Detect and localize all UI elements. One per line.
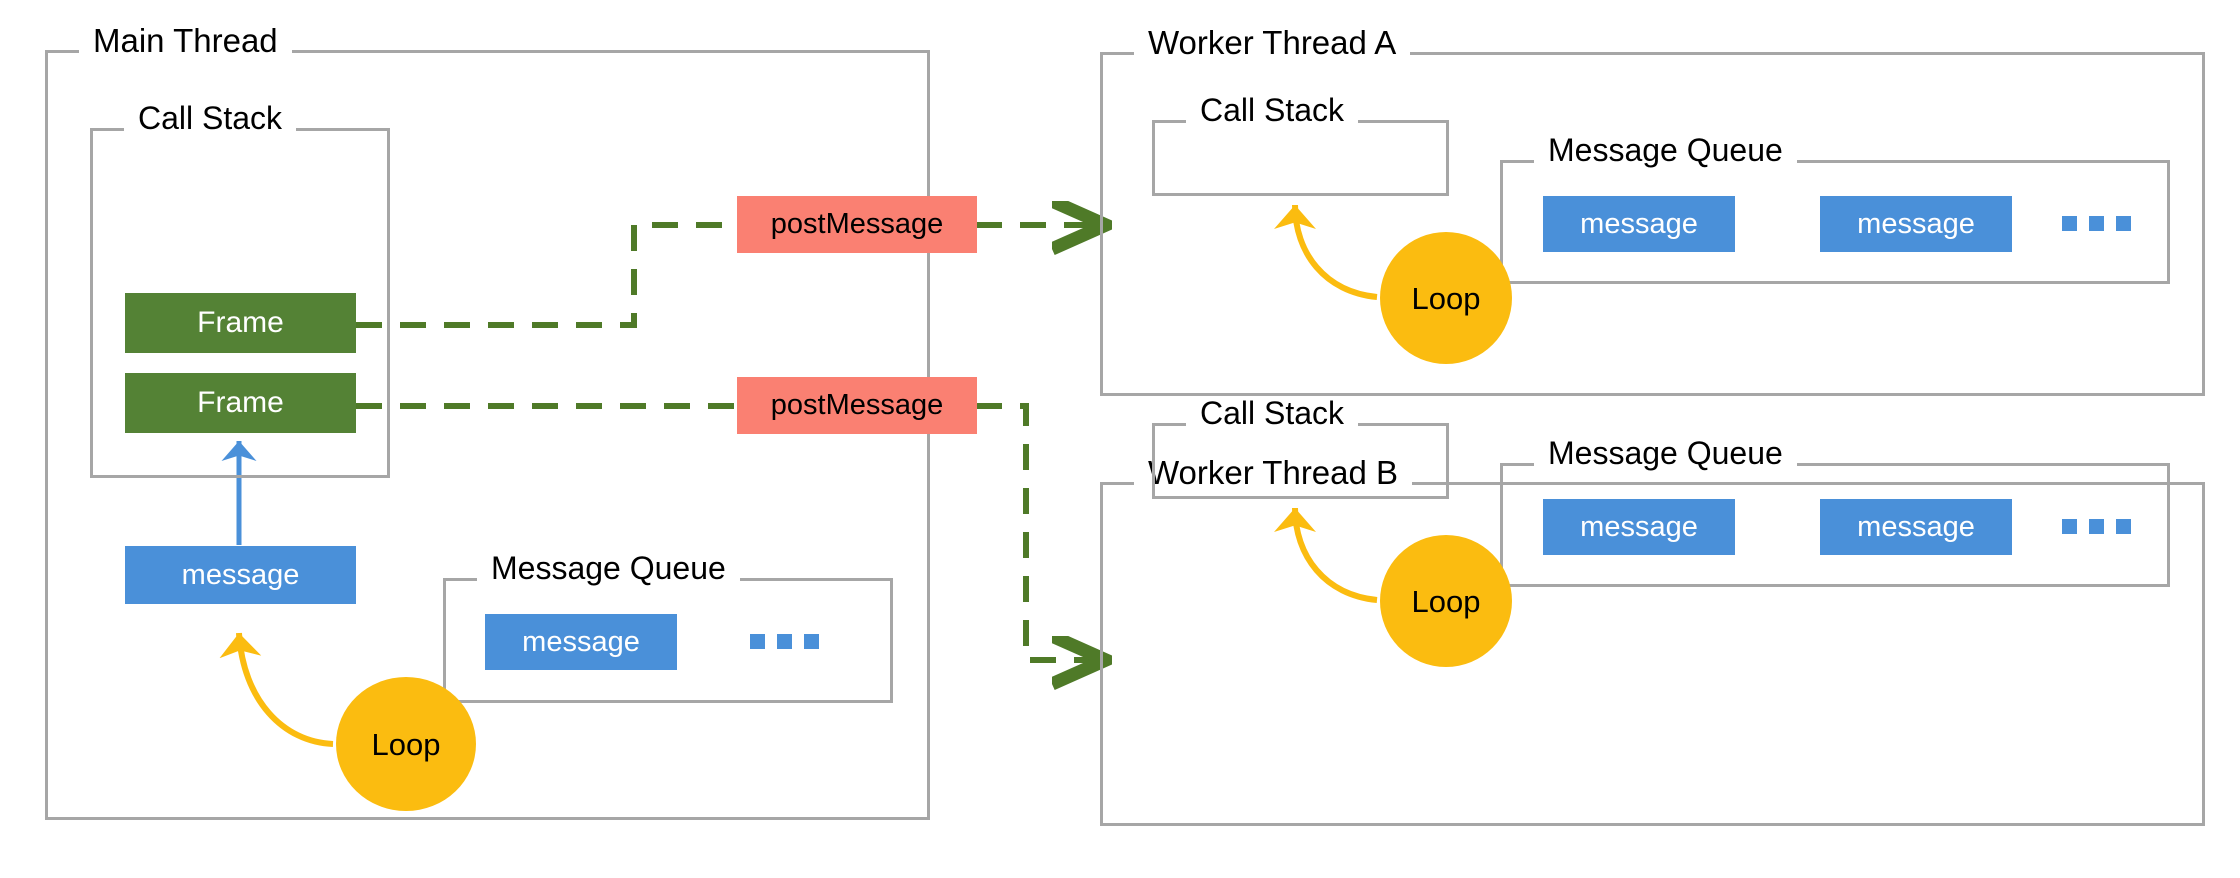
call-stack-frame-2[interactable]: Frame	[125, 373, 356, 433]
call-stack-frame-1[interactable]: Frame	[125, 293, 356, 353]
main-thread-loop[interactable]: Loop	[336, 677, 476, 811]
worker-b-call-stack-label: Call Stack	[1186, 397, 1359, 429]
main-queue-ellipsis-icon	[750, 634, 819, 649]
worker-b-call-stack-border	[1152, 423, 1449, 499]
worker-thread-a-label: Worker Thread A	[1134, 26, 1411, 59]
post-message-block-1[interactable]: postMessage	[737, 196, 977, 253]
worker-b-queue-message-1-label: message	[1580, 510, 1698, 543]
worker-b-queue-message-2[interactable]: message	[1820, 499, 2012, 555]
main-call-stack-label: Call Stack	[124, 102, 297, 134]
call-stack-frame-1-label: Frame	[197, 306, 284, 339]
main-thread-label: Main Thread	[79, 24, 292, 57]
main-pending-message-label: message	[181, 558, 300, 591]
worker-a-call-stack-label: Call Stack	[1186, 94, 1359, 126]
dashed-connector-postmessage2-to-worker-b	[976, 403, 1094, 660]
worker-a-queue-message-2[interactable]: message	[1820, 196, 2012, 252]
ellipsis-dot-2	[777, 634, 792, 649]
worker-b-queue-message-1[interactable]: message	[1543, 499, 1735, 555]
worker-a-call-stack-group: Call Stack	[1152, 94, 1449, 196]
ellipsis-dot-3	[2116, 519, 2131, 534]
worker-b-queue-message-2-label: message	[1857, 510, 1975, 543]
worker-a-message-queue-label: Message Queue	[1534, 134, 1797, 166]
worker-a-queue-message-1[interactable]: message	[1543, 196, 1735, 252]
worker-thread-b-loop-label: Loop	[1411, 583, 1481, 619]
ellipsis-dot-3	[804, 634, 819, 649]
ellipsis-dot-3	[2116, 216, 2131, 231]
main-pending-message[interactable]: message	[125, 546, 356, 604]
worker-b-call-stack-group: Call Stack	[1152, 397, 1449, 499]
worker-thread-b-loop[interactable]: Loop	[1380, 535, 1512, 667]
worker-a-queue-message-1-label: message	[1580, 207, 1698, 240]
diagram-canvas: Main Thread Call Stack Frame Frame messa…	[0, 0, 2240, 878]
call-stack-frame-2-label: Frame	[197, 386, 284, 419]
worker-a-queue-ellipsis-icon	[2062, 216, 2131, 231]
worker-b-message-queue-label: Message Queue	[1534, 437, 1797, 469]
worker-thread-a-loop-label: Loop	[1411, 280, 1481, 316]
worker-b-queue-ellipsis-icon	[2062, 519, 2131, 534]
post-message-block-1-label: postMessage	[770, 208, 944, 240]
worker-thread-a-loop[interactable]: Loop	[1380, 232, 1512, 364]
worker-a-queue-message-2-label: message	[1857, 207, 1975, 240]
main-queue-message-1-label: message	[522, 625, 640, 658]
ellipsis-dot-1	[750, 634, 765, 649]
worker-a-call-stack-border	[1152, 120, 1449, 196]
post-message-block-2[interactable]: postMessage	[737, 377, 977, 434]
ellipsis-dot-1	[2062, 216, 2077, 231]
ellipsis-dot-2	[2089, 519, 2104, 534]
ellipsis-dot-2	[2089, 216, 2104, 231]
ellipsis-dot-1	[2062, 519, 2077, 534]
main-thread-loop-label: Loop	[371, 726, 441, 762]
main-queue-message-1[interactable]: message	[485, 614, 677, 670]
main-message-queue-label: Message Queue	[477, 552, 740, 584]
post-message-block-2-label: postMessage	[770, 389, 944, 421]
